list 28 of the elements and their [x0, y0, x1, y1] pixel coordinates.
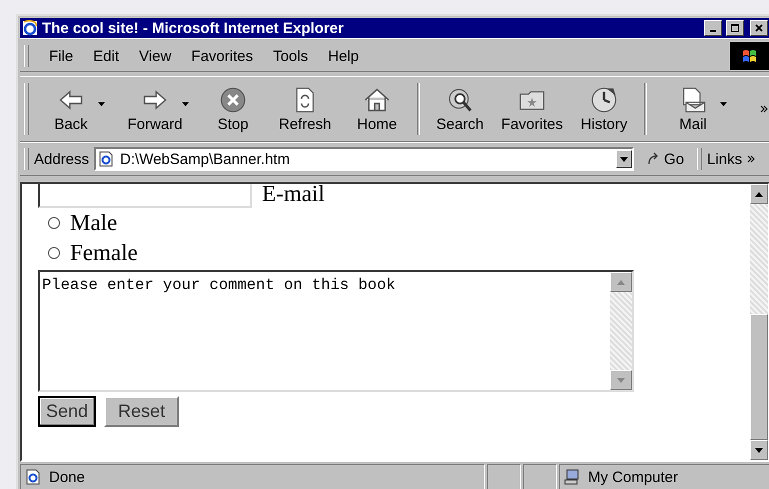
field-label: E-mail [262, 184, 325, 208]
menu-item[interactable]: Favorites [191, 48, 253, 64]
toolbar-button[interactable]: Home [341, 80, 413, 138]
links-button[interactable]: Links [707, 150, 742, 168]
security-zone: My Computer [588, 468, 678, 486]
radio-label: Female [70, 239, 138, 267]
menu-item[interactable]: Help [328, 48, 359, 64]
radio-label: Male [70, 209, 118, 237]
toolbar-button[interactable]: Back [29, 80, 113, 138]
toolbar-button[interactable]: Forward [113, 80, 197, 138]
address-field[interactable]: D:\WebSamp\Banner.htm [94, 147, 634, 171]
form-button[interactable]: Reset [104, 396, 180, 427]
toolbar-button[interactable]: Refresh [269, 80, 341, 138]
window-title: The cool site! - Microsoft Internet Explorer [42, 20, 344, 36]
toolbar-button[interactable]: Stop [197, 80, 269, 138]
menu-item[interactable]: Tools [272, 48, 308, 64]
menu-item[interactable]: File [49, 48, 74, 64]
toolbar-button[interactable]: Mail [651, 80, 735, 138]
menu-item[interactable]: Edit [93, 48, 120, 64]
toolbar-button[interactable]: History [568, 80, 640, 138]
status-text: Done [49, 468, 85, 486]
toolbar-button[interactable]: Favorites [496, 80, 568, 138]
address-label: Address [34, 150, 90, 168]
go-button[interactable]: Go [639, 150, 692, 168]
toolbar-button[interactable]: Search [424, 80, 496, 138]
menu-item[interactable]: View [139, 48, 172, 64]
form-button[interactable]: Send [38, 396, 96, 427]
comment-field[interactable]: Please enter your comment on this book [38, 270, 634, 392]
